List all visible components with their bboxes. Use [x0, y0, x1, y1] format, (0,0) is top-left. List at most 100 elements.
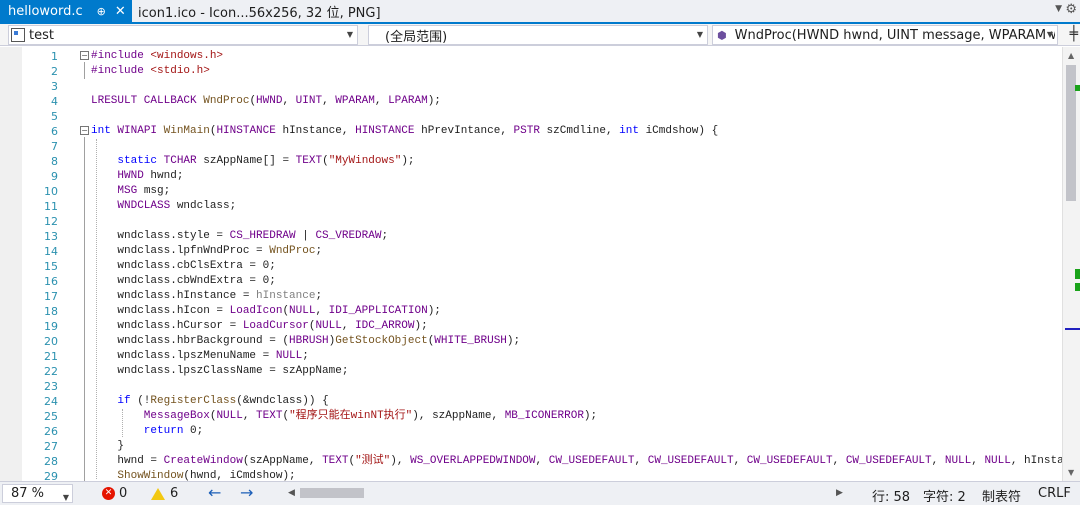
code-token: 0; [183, 425, 204, 437]
code-line[interactable]: 6 int WINAPI WinMain(HINSTANCE hInstance,… [0, 124, 1062, 139]
eol-indicator[interactable]: CRLF [1038, 486, 1071, 501]
scroll-down-icon[interactable]: ▼ [1068, 468, 1074, 477]
code-line[interactable]: 2 #include <stdio.h> [0, 64, 1062, 79]
code-line[interactable]: 29 ShowWindow(hwnd, iCmdshow); [0, 469, 1062, 481]
code-line[interactable]: 5 [0, 109, 1062, 124]
code-token: MSG [91, 185, 138, 197]
code-line[interactable]: 3 [0, 79, 1062, 94]
line-number: 29 [44, 470, 58, 481]
function-dropdown[interactable]: ⬢ WndProc(HWND hwnd, UINT message, WPARA… [712, 25, 1058, 45]
tab-icon1-ico[interactable]: icon1.ico - Icon...56x256, 32 位, PNG] [138, 0, 381, 22]
code-token: wndclass; [170, 200, 237, 212]
code-line[interactable]: 4 LRESULT CALLBACK WndProc(HWND, UINT, WP… [0, 94, 1062, 109]
line-number: 23 [44, 380, 58, 393]
code-line[interactable]: 27 } [0, 439, 1062, 454]
code-token: WS_OVERLAPPEDWINDOW [410, 455, 536, 467]
code-line[interactable]: 15 wndclass.cbClsExtra = 0; [0, 259, 1062, 274]
code-token: (szAppName, [242, 455, 323, 467]
tab-helloword-c[interactable]: helloword.c ⊕ ✕ [0, 0, 132, 22]
code-token: ); [414, 320, 428, 332]
line-number: 19 [44, 320, 58, 333]
warning-count[interactable]: 6 [151, 486, 178, 501]
navigate-back-icon[interactable]: ← [208, 483, 221, 502]
code-token: wndclass.cbClsExtra = 0; [91, 260, 276, 272]
code-token: wndclass.style = [91, 230, 230, 242]
code-token: "程序只能在winNT执行" [289, 410, 413, 422]
code-editor[interactable]: 1 #include <windows.h> 2 #include <stdio.h>… [0, 47, 1062, 481]
code-token: <windows.h> [150, 50, 224, 62]
project-dropdown[interactable]: test ▼ [8, 25, 358, 45]
code-line[interactable]: 18 wndclass.hIcon = LoadIcon(NULL, IDI_A… [0, 304, 1062, 319]
code-token: WNDCLASS [91, 200, 171, 212]
code-token: ); [583, 410, 598, 422]
scope-dropdown[interactable]: (全局范围) ▼ [368, 25, 708, 45]
split-window-icon[interactable]: ╪ [1070, 26, 1078, 42]
line-number: 10 [44, 185, 58, 198]
code-line[interactable]: 28 hwnd = CreateWindow(szAppName, TEXT("… [0, 454, 1062, 469]
line-number: 12 [44, 215, 58, 228]
code-token: int [619, 125, 639, 137]
navigate-forward-icon[interactable]: → [240, 483, 253, 502]
tabs-indicator[interactable]: 制表符 [982, 486, 1021, 505]
scroll-left-icon[interactable]: ◀ [288, 488, 295, 498]
code-line[interactable]: 11 WNDCLASS wndclass; [0, 199, 1062, 214]
code-line[interactable]: 26 return 0; [0, 424, 1062, 439]
collapse-region-icon[interactable]: − [80, 51, 89, 60]
horizontal-scrollbar-thumb[interactable] [300, 488, 364, 498]
code-line[interactable]: 20 wndclass.hbrBackground = (HBRUSH)GetS… [0, 334, 1062, 349]
code-token: TEXT [322, 455, 349, 467]
code-token: hwnd; [143, 170, 184, 182]
gear-icon[interactable]: ⚙ [1065, 2, 1077, 17]
code-token: msg; [137, 185, 171, 197]
code-token: NULL [289, 305, 316, 317]
code-text: if (!RegisterClass(&wndclass)) { [91, 394, 329, 409]
code-token: , [341, 320, 356, 332]
code-line[interactable]: 17 wndclass.hInstance = hInstance; [0, 289, 1062, 304]
line-number: 27 [44, 440, 58, 453]
code-line[interactable]: 21 wndclass.lpszMenuName = NULL; [0, 349, 1062, 364]
code-token: HWND [256, 95, 283, 107]
code-token: , [634, 455, 648, 467]
code-line[interactable]: 13 wndclass.style = CS_HREDRAW | CS_VRED… [0, 229, 1062, 244]
code-token: hwnd = [91, 455, 164, 467]
code-token: , [242, 410, 257, 422]
code-token: wndclass.cbWndExtra = 0; [91, 275, 276, 287]
code-line[interactable]: 7 [0, 139, 1062, 154]
code-token: iCmdshow) { [638, 125, 719, 137]
code-line[interactable]: 24 if (!RegisterClass(&wndclass)) { [0, 394, 1062, 409]
code-token: CW_USEDEFAULT [746, 455, 833, 467]
code-token: WndProc [269, 245, 316, 257]
line-indicator: 行: 58 [872, 490, 911, 505]
code-line[interactable]: 12 [0, 214, 1062, 229]
error-count[interactable]: ✕ 0 [102, 486, 127, 501]
code-token: UINT [295, 95, 323, 107]
code-line[interactable]: 9 HWND hwnd; [0, 169, 1062, 184]
vertical-scrollbar[interactable]: ▲ ▼ [1062, 47, 1080, 481]
code-token: #include [91, 50, 151, 62]
zoom-level: 87 % [11, 486, 45, 501]
collapse-region-icon[interactable]: − [80, 126, 89, 135]
code-line[interactable]: 16 wndclass.cbWndExtra = 0; [0, 274, 1062, 289]
scroll-right-icon[interactable]: ▶ [836, 488, 843, 498]
line-number: 28 [44, 455, 58, 468]
code-line[interactable]: 10 MSG msg; [0, 184, 1062, 199]
code-line[interactable]: 25 MessageBox(NULL, TEXT("程序只能在winNT执行")… [0, 409, 1062, 424]
code-line[interactable]: 22 wndclass.lpszClassName = szAppName; [0, 364, 1062, 379]
code-line[interactable]: 1 #include <windows.h> [0, 49, 1062, 64]
code-token: (&wndclass)) { [236, 395, 329, 407]
code-line[interactable]: 14 wndclass.lpfnWndProc = WndProc; [0, 244, 1062, 259]
code-token: return [91, 425, 184, 437]
pin-icon[interactable]: ⊕ [97, 5, 106, 18]
tab-list-dropdown-icon[interactable]: ▼ [1055, 4, 1062, 14]
code-line[interactable]: 8 static TCHAR szAppName[] = TEXT("MyWin… [0, 154, 1062, 169]
zoom-dropdown[interactable]: 87 % ▼ [2, 484, 73, 503]
close-icon[interactable]: ✕ [115, 4, 126, 19]
method-cube-icon: ⬢ [717, 28, 727, 42]
code-token: wndclass.lpfnWndProc = [91, 245, 270, 257]
code-token: HWND [91, 170, 144, 182]
line-number: 8 [51, 155, 58, 168]
code-line[interactable]: 19 wndclass.hCursor = LoadCursor(NULL, I… [0, 319, 1062, 334]
scroll-up-icon[interactable]: ▲ [1068, 51, 1074, 60]
code-line[interactable]: 23 [0, 379, 1062, 394]
code-token: ; [315, 245, 323, 257]
